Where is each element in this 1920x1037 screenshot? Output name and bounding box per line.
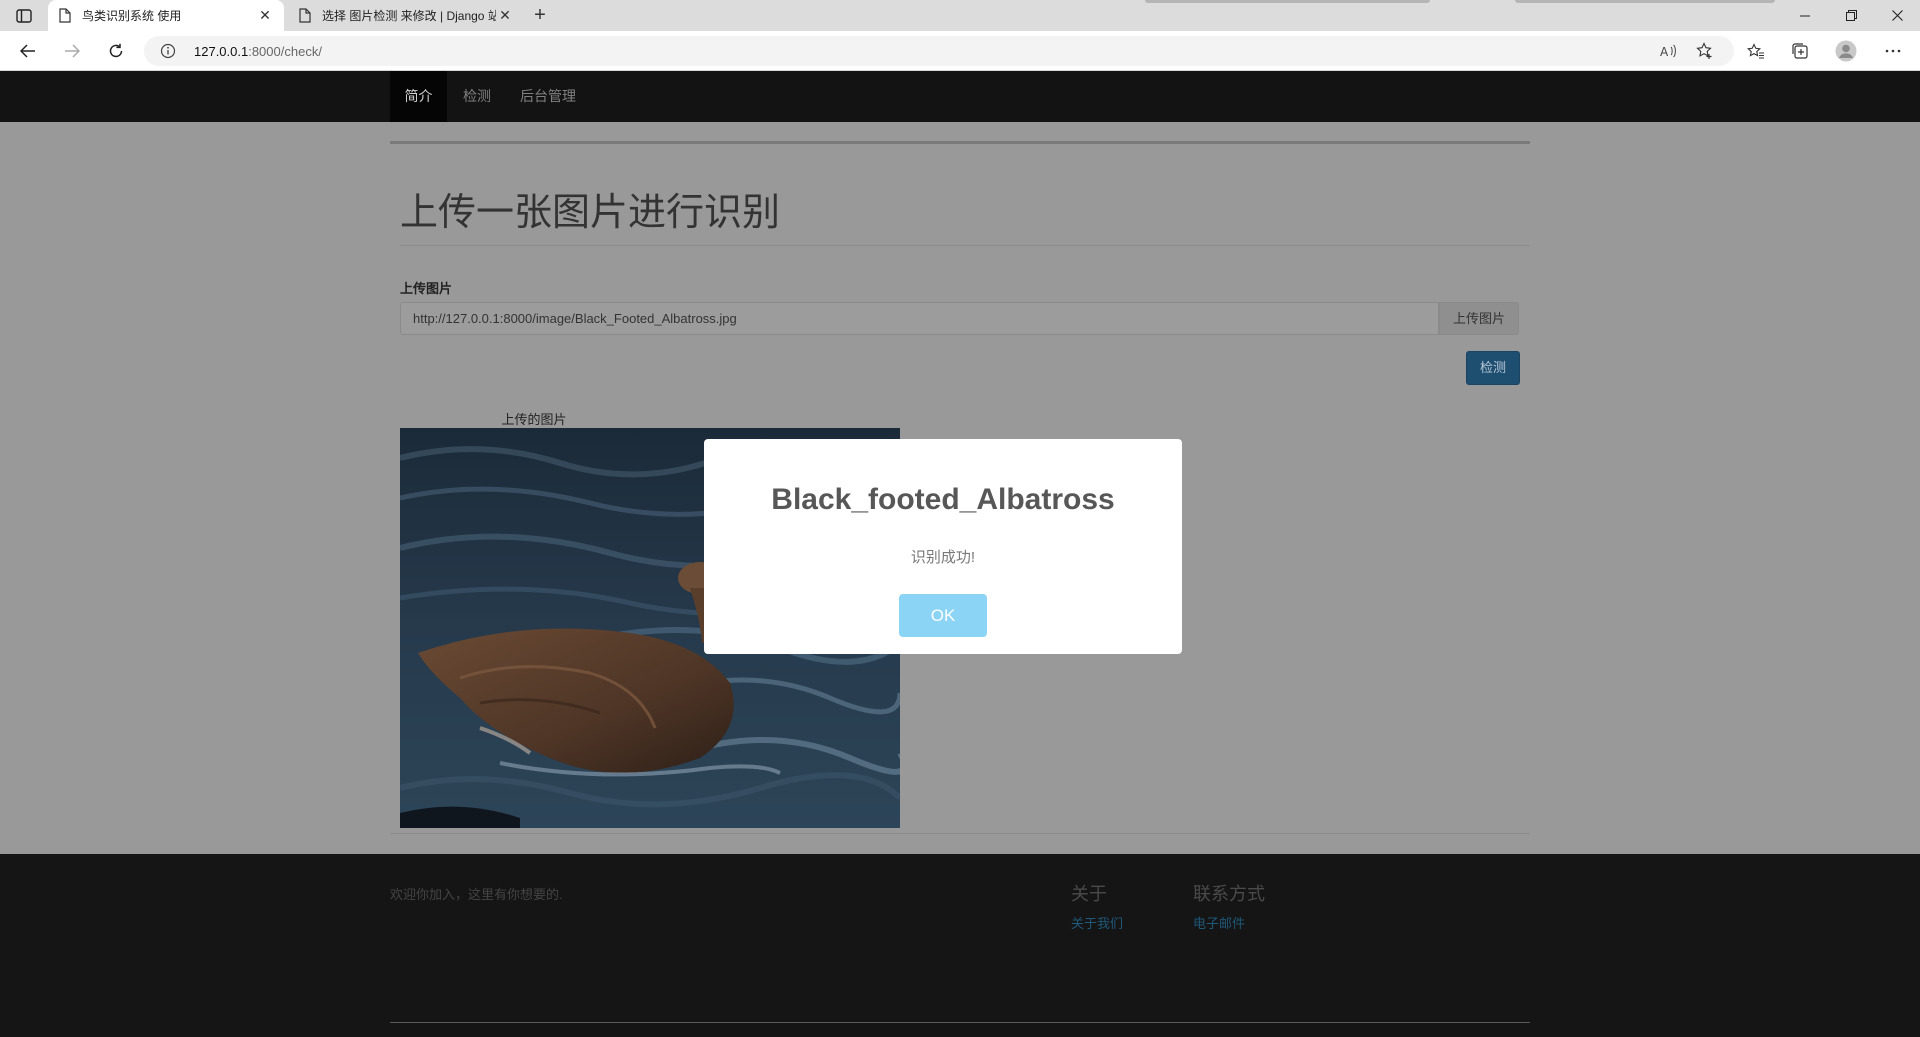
tab-title: 选择 图片检测 来修改 | Django 站 xyxy=(322,9,496,23)
browser-tab-active[interactable]: 鸟类识别系统 使用 ✕ xyxy=(48,0,284,31)
tab-actions-icon[interactable] xyxy=(10,5,38,27)
refresh-icon[interactable] xyxy=(102,37,130,65)
close-tab-icon[interactable]: ✕ xyxy=(256,7,274,24)
svg-text:A: A xyxy=(1660,45,1669,58)
page-icon xyxy=(298,8,312,24)
url-field[interactable]: 127.0.0.1:8000/check/ xyxy=(144,36,1734,66)
new-tab-icon[interactable]: + xyxy=(528,4,552,28)
window-edge xyxy=(1515,0,1775,3)
close-tab-icon[interactable]: ✕ xyxy=(496,7,514,24)
more-menu-icon[interactable] xyxy=(1879,37,1907,65)
close-window-icon[interactable] xyxy=(1874,0,1920,31)
tab-title: 鸟类识别系统 使用 xyxy=(82,9,182,23)
footer-contact-heading: 联系方式 xyxy=(1193,884,1265,904)
browser-tab-strip: 鸟类识别系统 使用 ✕ 选择 图片检测 来修改 | Django 站 ✕ + xyxy=(0,0,1920,31)
footer-email-link[interactable]: 电子邮件 xyxy=(1193,913,1245,932)
info-icon[interactable] xyxy=(160,43,176,64)
detect-button[interactable]: 检测 xyxy=(1466,351,1520,385)
minimize-icon[interactable] xyxy=(1782,0,1828,31)
window-edge xyxy=(1145,0,1430,3)
add-favorite-icon[interactable] xyxy=(1691,37,1719,65)
site-footer: 欢迎你加入，这里有你想要的. 关于 关于我们 联系方式 电子邮件 xyxy=(0,854,1920,1037)
browser-tab-inactive[interactable]: 选择 图片检测 来修改 | Django 站 ✕ xyxy=(288,0,524,31)
divider xyxy=(390,833,1530,834)
address-toolbar: 127.0.0.1:8000/check/ A xyxy=(0,31,1920,71)
footer-about-heading: 关于 xyxy=(1071,884,1107,904)
nav-item-intro[interactable]: 简介 xyxy=(390,71,447,122)
site-navbar: 简介 检测 后台管理 xyxy=(0,71,1920,122)
url-text: 127.0.0.1:8000/check/ xyxy=(194,44,322,59)
result-alert-dialog: Black_footed_Albatross 识别成功! OK xyxy=(704,439,1182,654)
footer-about-link[interactable]: 关于我们 xyxy=(1071,913,1123,932)
footer-welcome-text: 欢迎你加入，这里有你想要的. xyxy=(390,887,563,902)
image-url-input[interactable]: http://127.0.0.1:8000/image/Black_Footed… xyxy=(400,302,1439,335)
profile-avatar-icon[interactable] xyxy=(1832,37,1860,65)
nav-item-admin[interactable]: 后台管理 xyxy=(512,71,584,122)
upload-button[interactable]: 上传图片 xyxy=(1439,302,1519,335)
read-aloud-icon[interactable]: A xyxy=(1655,37,1683,65)
divider xyxy=(390,1022,1530,1023)
collections-icon[interactable] xyxy=(1786,37,1814,65)
nav-item-detect[interactable]: 检测 xyxy=(452,71,502,122)
ok-button[interactable]: OK xyxy=(899,594,987,637)
upload-label: 上传图片 xyxy=(400,281,453,296)
page-icon xyxy=(58,8,72,24)
divider xyxy=(400,245,1530,246)
alert-title: Black_footed_Albatross xyxy=(771,483,1115,516)
alert-message: 识别成功! xyxy=(910,549,976,566)
page-title: 上传一张图片进行识别 xyxy=(400,190,781,234)
favorites-icon[interactable] xyxy=(1742,37,1770,65)
back-icon[interactable] xyxy=(14,37,42,65)
divider xyxy=(390,141,1530,144)
forward-icon[interactable] xyxy=(58,37,86,65)
image-caption: 上传的图片 xyxy=(501,412,567,427)
restore-icon[interactable] xyxy=(1828,0,1874,31)
